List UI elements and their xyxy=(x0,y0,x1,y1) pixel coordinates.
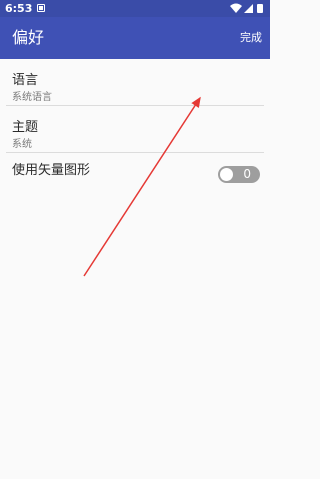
toggle-knob xyxy=(220,168,233,181)
status-bar: 6:53 xyxy=(0,0,270,17)
pref-title: 使用矢量图形 xyxy=(12,163,91,178)
signal-icon xyxy=(244,4,253,13)
app-bar: 偏好 完成 xyxy=(0,17,270,59)
status-time: 6:53 xyxy=(5,2,33,15)
wifi-icon xyxy=(230,3,242,13)
status-icons xyxy=(230,3,266,14)
pref-vector-graphics[interactable]: 使用矢量图形 0 xyxy=(0,59,270,199)
done-button[interactable]: 完成 xyxy=(240,30,262,46)
toggle-state-text: 0 xyxy=(243,167,251,181)
page-title: 偏好 xyxy=(12,28,45,47)
notification-icon xyxy=(37,4,45,12)
vector-graphics-toggle[interactable]: 0 xyxy=(218,166,260,183)
battery-icon xyxy=(257,4,263,13)
